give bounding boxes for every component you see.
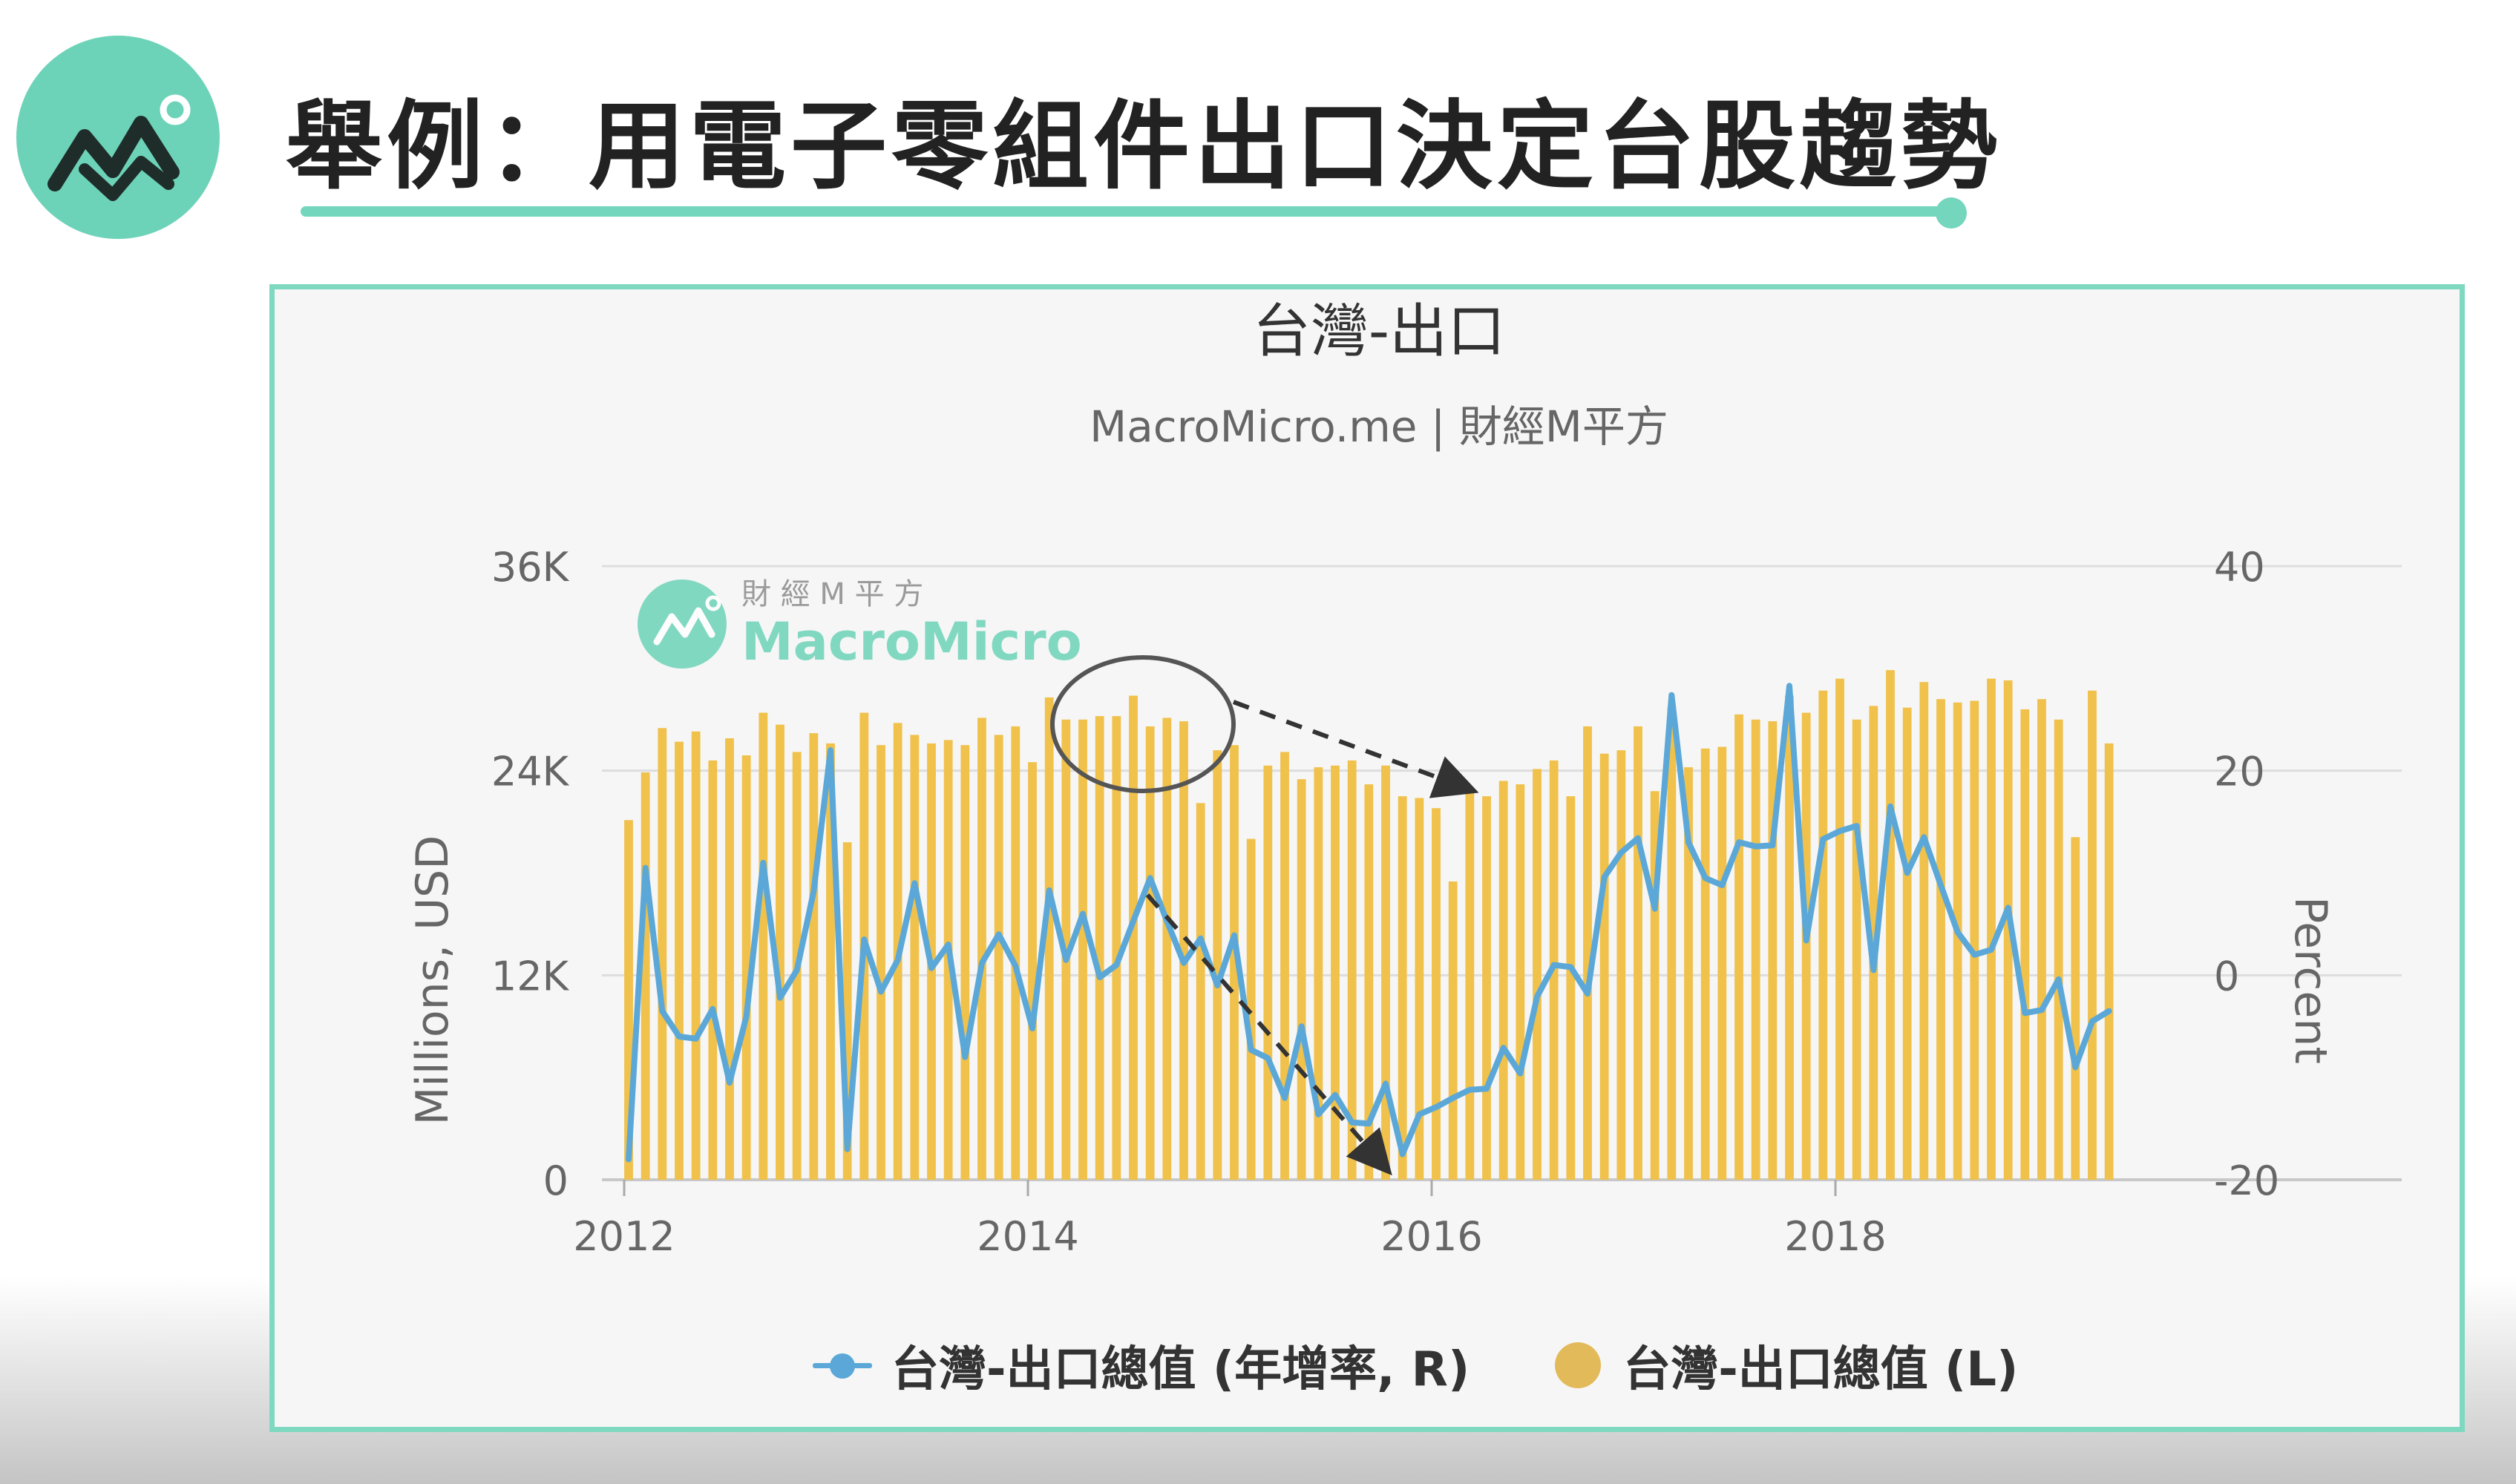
export-bar[interactable] [1987, 678, 1996, 1180]
export-bar[interactable] [1700, 748, 1710, 1180]
export-bar[interactable] [1331, 765, 1340, 1180]
export-bar[interactable] [1516, 784, 1525, 1180]
export-bar[interactable] [1936, 699, 1945, 1180]
export-bar[interactable] [809, 733, 819, 1180]
export-bar[interactable] [1533, 769, 1542, 1180]
export-bar[interactable] [1734, 714, 1743, 1180]
watermark-chinese: 財 經 M 平 方 [741, 577, 923, 611]
export-bar[interactable] [2037, 699, 2046, 1180]
export-bar[interactable] [675, 741, 684, 1180]
export-bar[interactable] [1129, 695, 1138, 1180]
export-bar[interactable] [994, 735, 1003, 1180]
x-axis-ticks: 2012 2014 2016 2018 [573, 1180, 1887, 1260]
export-bar[interactable] [1634, 726, 1642, 1180]
legend-item-exports[interactable]: 台灣-出口總值 (L) [1555, 1331, 2018, 1399]
export-bar[interactable] [1835, 678, 1844, 1180]
export-bar[interactable] [641, 772, 650, 1180]
export-bar[interactable] [1717, 746, 1727, 1180]
export-bar[interactable] [1902, 707, 1912, 1180]
export-bar[interactable] [1751, 719, 1760, 1180]
chart-legend: 台灣-出口總值 (年增率, R) 台灣-出口總值 (L) [813, 1336, 2103, 1397]
export-bar[interactable] [2020, 709, 2030, 1180]
export-bar[interactable] [1314, 767, 1323, 1180]
export-bar[interactable] [1297, 779, 1306, 1180]
export-bar[interactable] [1970, 700, 1979, 1180]
export-bar[interactable] [1280, 752, 1289, 1180]
right-axis-ticks: 40 20 0 -20 [2214, 544, 2279, 1204]
legend-dot-marker-icon [1555, 1342, 1602, 1388]
export-bar[interactable] [1078, 719, 1087, 1180]
export-bar[interactable] [759, 712, 768, 1180]
export-bar[interactable] [2104, 743, 2114, 1180]
left-axis-tick-label: 12K [491, 953, 570, 999]
chart-svg: 台灣-出口 MacroMicro.me | 財經M平方 36K 24K 12K 0 4… [407, 298, 2402, 1260]
right-axis-tick-label: -20 [2214, 1158, 2279, 1204]
export-bar[interactable] [1616, 750, 1626, 1180]
export-bar[interactable] [1919, 682, 1929, 1180]
export-bar[interactable] [1667, 707, 1677, 1180]
export-bar[interactable] [960, 745, 970, 1180]
export-bar[interactable] [977, 718, 986, 1180]
export-bar[interactable] [1381, 765, 1390, 1180]
export-bar[interactable] [1448, 881, 1458, 1180]
right-axis-label: Percent [2284, 896, 2336, 1064]
watermark-logo-icon [638, 580, 727, 669]
export-bar[interactable] [1599, 753, 1609, 1180]
page-title: 舉例：用電子零組件出口決定台股趨勢 [286, 90, 2002, 203]
export-bar[interactable] [2071, 837, 2080, 1180]
export-bar[interactable] [1196, 803, 1205, 1180]
left-axis-label: Millions, USD [407, 835, 459, 1126]
title-underline-dot [1936, 197, 1967, 229]
legend-label-exports: 台灣-出口總值 (L) [1623, 1342, 2019, 1397]
right-axis-tick-label: 40 [2214, 544, 2265, 591]
chart-subtitle: MacroMicro.me | 財經M平方 [1090, 401, 1668, 452]
export-bar[interactable] [2088, 690, 2097, 1180]
export-bar[interactable] [1566, 796, 1576, 1180]
export-bar[interactable] [725, 738, 734, 1180]
x-axis-tick-label: 2016 [1380, 1213, 1482, 1260]
left-axis-tick-label: 24K [491, 749, 570, 795]
x-axis-tick-label: 2012 [573, 1213, 675, 1260]
export-bar[interactable] [877, 745, 885, 1180]
export-bar[interactable] [1213, 750, 1222, 1180]
export-bar[interactable] [2054, 719, 2063, 1180]
x-axis-tick-label: 2018 [1784, 1213, 1886, 1260]
chart-logo-icon [47, 94, 191, 201]
export-bar[interactable] [1145, 726, 1155, 1180]
watermark-brand: MacroMicro [741, 611, 1082, 672]
legend-line-marker-icon [813, 1350, 872, 1380]
title-underline [301, 206, 1952, 217]
export-bar[interactable] [1028, 762, 1037, 1180]
right-axis-tick-label: 0 [2214, 953, 2239, 999]
export-bar[interactable] [691, 731, 701, 1180]
macromicro-logo [16, 36, 220, 239]
left-axis-tick-label: 0 [543, 1158, 569, 1204]
export-bar[interactable] [1465, 787, 1475, 1180]
export-bar[interactable] [1852, 719, 1861, 1180]
export-bar[interactable] [910, 735, 920, 1180]
export-bar[interactable] [658, 728, 667, 1180]
watermark: 財 經 M 平 方 MacroMicro [638, 577, 1082, 672]
left-axis-ticks: 36K 24K 12K 0 [491, 544, 570, 1204]
export-bar[interactable] [1801, 712, 1811, 1180]
export-bar[interactable] [1498, 781, 1508, 1180]
export-bar[interactable] [1886, 670, 1895, 1180]
export-bar[interactable] [1398, 796, 1407, 1180]
export-bar[interactable] [1011, 726, 1021, 1180]
legend-item-yoy[interactable]: 台灣-出口總值 (年增率, R) [813, 1331, 1470, 1399]
left-axis-tick-label: 36K [491, 544, 570, 591]
right-axis-tick-label: 20 [2214, 749, 2265, 795]
legend-label-yoy: 台灣-出口總值 (年增率, R) [891, 1342, 1470, 1397]
export-bar[interactable] [1263, 765, 1273, 1180]
export-bar[interactable] [1482, 796, 1491, 1180]
export-bar[interactable] [1432, 808, 1441, 1180]
chart-title: 台灣-出口 [1253, 298, 1505, 365]
export-bar[interactable] [708, 760, 718, 1180]
x-axis-tick-label: 2014 [977, 1213, 1078, 1260]
export-bar[interactable] [1818, 690, 1828, 1180]
